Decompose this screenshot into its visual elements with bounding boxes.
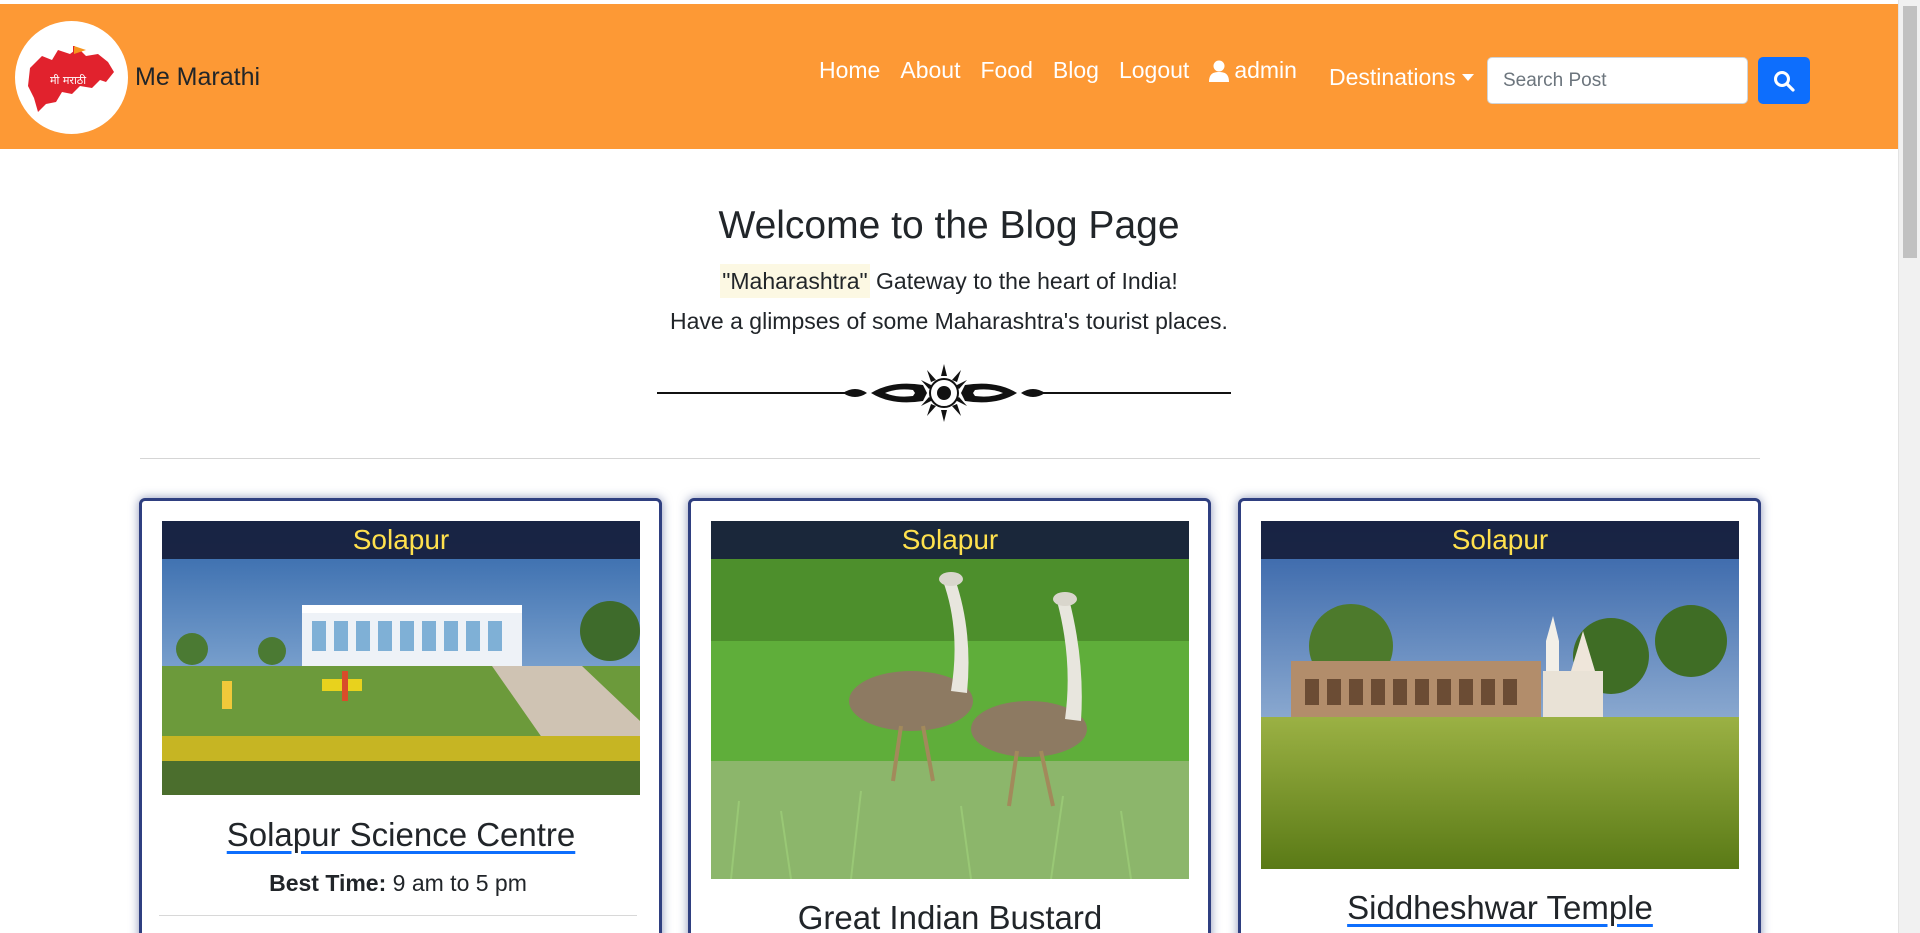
nav-home[interactable]: Home: [819, 57, 880, 84]
nav-user-label: admin: [1234, 57, 1297, 83]
card-title[interactable]: Solapur Science Centre: [162, 816, 640, 854]
logo-text: मी मराठी: [49, 74, 85, 87]
card-title[interactable]: Siddheshwar Temple: [1261, 889, 1739, 927]
ornament-divider: [657, 364, 1231, 422]
card-city-badge: Solapur: [1261, 521, 1739, 559]
brand-name[interactable]: Me Marathi: [135, 63, 260, 92]
card-great-indian-bustard[interactable]: Solapur Great Indian Bustard: [688, 498, 1211, 933]
card-title[interactable]: Great Indian Bustard: [711, 899, 1189, 933]
card-best-time: Best Time: 9 am to 5 pm: [159, 870, 637, 897]
card-image[interactable]: Solapur: [162, 521, 640, 795]
nav-about[interactable]: About: [900, 57, 960, 84]
temple-photo: [1261, 521, 1739, 869]
logo[interactable]: मी मराठी: [15, 21, 128, 134]
caret-down-icon: [1461, 74, 1474, 81]
nav-blog[interactable]: Blog: [1053, 57, 1099, 84]
hero-subtitle: Have a glimpses of some Maharashtra's to…: [670, 308, 1228, 334]
card-city-badge: Solapur: [162, 521, 640, 559]
scrollbar-thumb[interactable]: [1903, 6, 1917, 258]
bustard-photo: [711, 521, 1189, 879]
highlight-maharashtra: "Maharashtra": [720, 264, 870, 298]
search-input[interactable]: [1487, 57, 1748, 104]
nav-food[interactable]: Food: [980, 57, 1032, 84]
card-solapur-science-centre[interactable]: Solapur Solapur Science Centre: [139, 498, 662, 933]
nav-links: Home About Food Blog Logout admin: [819, 57, 1323, 84]
scrollbar[interactable]: [1898, 0, 1920, 933]
hero-tagline: "Maharashtra" Gateway to the heart of In…: [0, 264, 1898, 298]
page-title: Welcome to the Blog Page: [718, 204, 1180, 247]
nav-user[interactable]: admin: [1209, 57, 1297, 84]
card-image[interactable]: Solapur: [711, 521, 1189, 879]
best-time-label: Best Time:: [269, 870, 387, 896]
destinations-label: Destinations: [1329, 64, 1456, 90]
card-image[interactable]: Solapur: [1261, 521, 1739, 869]
card-siddheshwar-temple[interactable]: Solapur Siddheshwar Temple: [1238, 498, 1761, 933]
hero-tagline-rest: Gateway to the heart of India!: [869, 268, 1178, 294]
best-time-value: 9 am to 5 pm: [386, 870, 527, 896]
section-divider: [140, 458, 1760, 459]
card-city-badge: Solapur: [711, 521, 1189, 559]
brand[interactable]: मी मराठी Me Marathi: [15, 21, 260, 134]
maharashtra-map-logo: मी मराठी: [27, 45, 114, 112]
destinations-dropdown[interactable]: Destinations: [1329, 64, 1474, 91]
nav-logout[interactable]: Logout: [1119, 57, 1189, 84]
user-icon: [1209, 60, 1230, 82]
card-separator: [159, 915, 637, 916]
search-button[interactable]: [1758, 57, 1810, 104]
search-icon: [1774, 70, 1795, 92]
science-centre-photo: [162, 521, 640, 795]
navbar: मी मराठी Me Marathi Home About Food Blog…: [0, 0, 1898, 149]
